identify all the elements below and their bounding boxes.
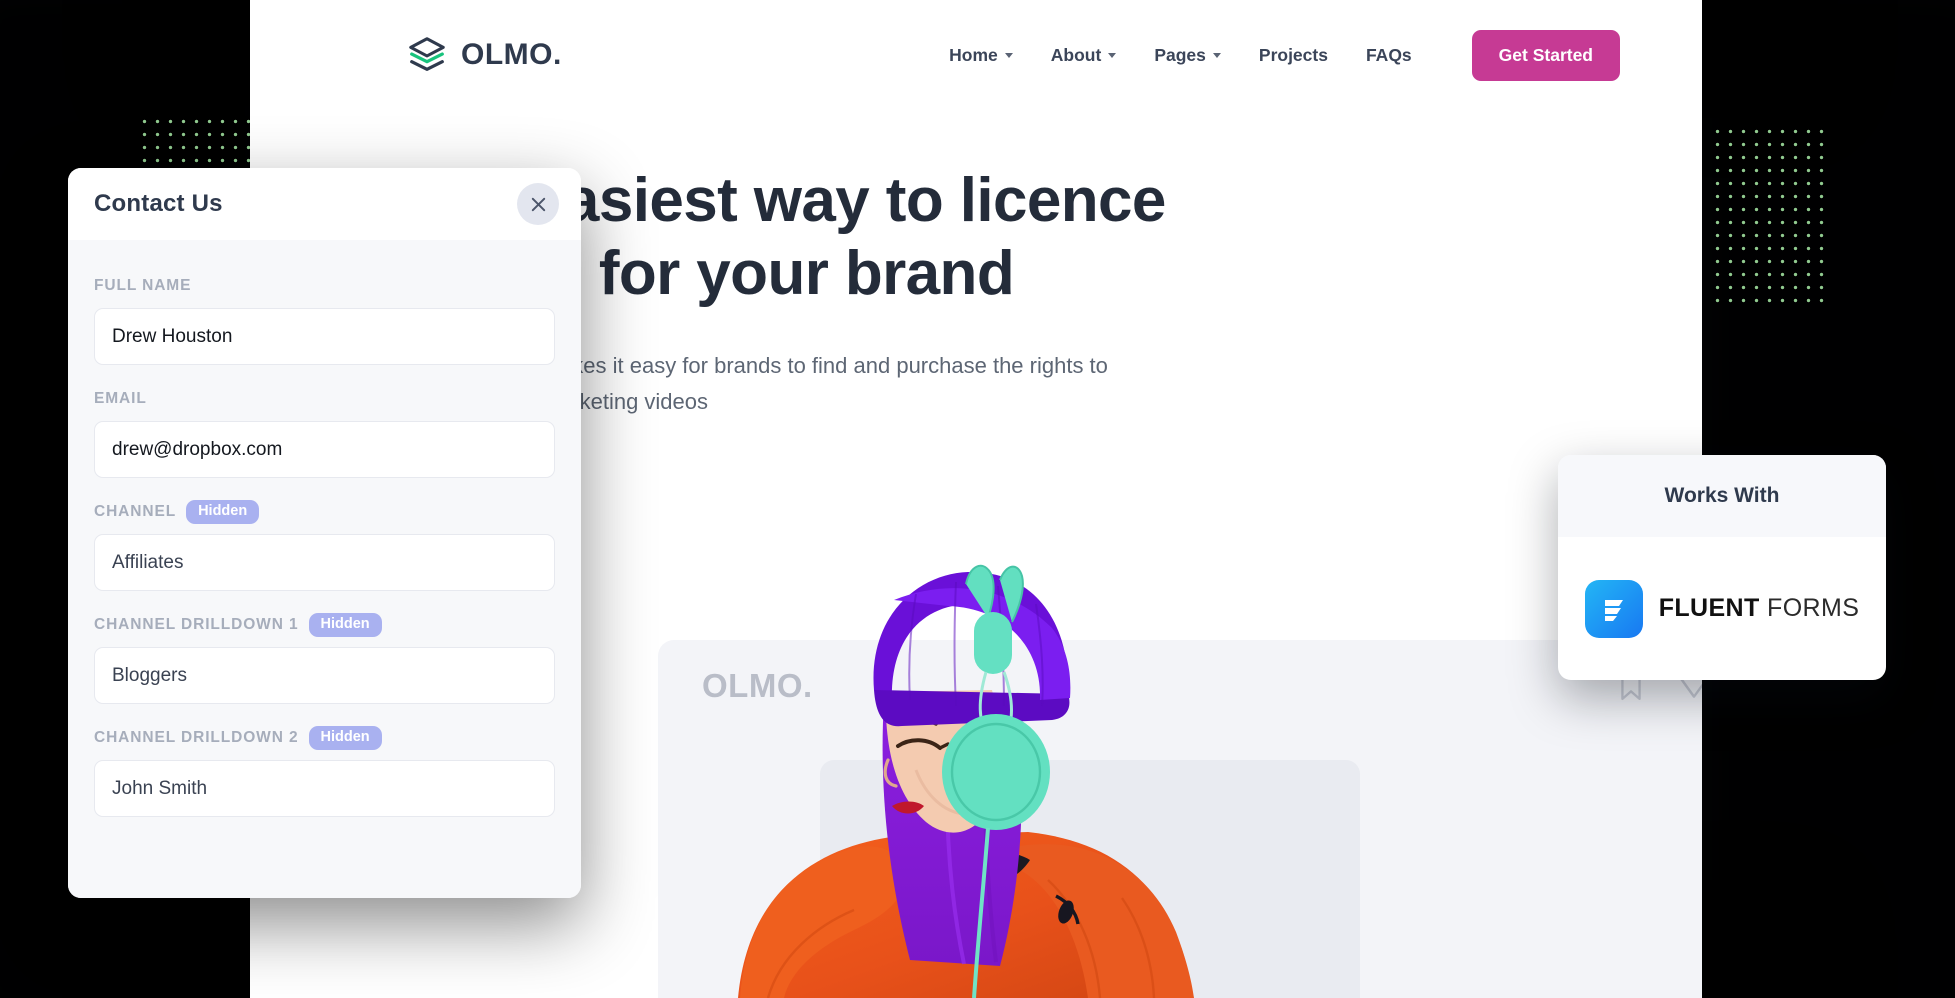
channel-input[interactable]: [94, 534, 555, 591]
fluent-forms-bold: FLUENT: [1658, 594, 1760, 622]
field-channel: CHANNEL Hidden: [94, 500, 555, 591]
fluent-forms-wordmark: FLUENT FORMS: [1659, 594, 1860, 623]
nav-item-about[interactable]: About: [1051, 45, 1117, 66]
site-header: OLMO. Home About Pages Projects FAQs Get…: [250, 0, 1702, 110]
nav-item-pages[interactable]: Pages: [1154, 45, 1221, 66]
nav-label-home: Home: [949, 44, 998, 65]
channel-drilldown-2-input[interactable]: [94, 760, 555, 817]
nav-label-faqs: FAQs: [1365, 44, 1412, 65]
field-full-name: FULL NAME: [94, 274, 555, 365]
hero-portrait-photo: [738, 564, 1194, 998]
field-label: CHANNEL DRILLDOWN 2: [94, 729, 299, 746]
works-with-body: FLUENT FORMS: [1558, 537, 1886, 680]
nav-item-faqs[interactable]: FAQs: [1366, 45, 1412, 66]
modal-header: Contact Us: [68, 168, 581, 240]
brand-logo[interactable]: OLMO.: [406, 34, 562, 76]
dot-pattern-left: [135, 112, 255, 168]
field-label: FULL NAME: [94, 277, 192, 294]
nav-item-home[interactable]: Home: [949, 45, 1013, 66]
layers-stack-icon: [409, 37, 445, 71]
field-channel-drilldown-1: CHANNEL DRILLDOWN 1 Hidden: [94, 613, 555, 704]
fluent-forms-icon: [1584, 579, 1643, 638]
status-badge-hidden: Hidden: [308, 726, 382, 750]
full-name-input[interactable]: [94, 308, 555, 365]
chevron-down-icon: [1108, 52, 1117, 58]
fluent-forms-light: FORMS: [1759, 594, 1860, 622]
modal-title: Contact Us: [94, 190, 223, 217]
chevron-down-icon: [1212, 52, 1221, 58]
field-label: CHANNEL DRILLDOWN 1: [94, 616, 299, 633]
works-with-card: Works With FLUENT FORMS: [1558, 455, 1886, 680]
field-label: CHANNEL: [94, 503, 177, 520]
close-icon: [531, 197, 545, 211]
main-nav: Home About Pages Projects FAQs Get Start…: [949, 29, 1620, 81]
field-label-row: CHANNEL DRILLDOWN 2 Hidden: [94, 726, 555, 750]
field-label: EMAIL: [94, 390, 147, 407]
get-started-button[interactable]: Get Started: [1471, 29, 1620, 81]
dot-pattern-right: [1708, 122, 1828, 307]
works-with-title: Works With: [1558, 455, 1886, 537]
field-channel-drilldown-2: CHANNEL DRILLDOWN 2 Hidden: [94, 726, 555, 817]
channel-drilldown-1-input[interactable]: [94, 647, 555, 704]
nav-item-projects[interactable]: Projects: [1259, 45, 1328, 66]
close-button[interactable]: [517, 183, 559, 225]
field-label-row: FULL NAME: [94, 274, 555, 298]
field-label-row: EMAIL: [94, 387, 555, 411]
field-label-row: CHANNEL DRILLDOWN 1 Hidden: [94, 613, 555, 637]
modal-body: FULL NAME EMAIL CHANNEL Hidden CHA: [68, 240, 581, 898]
nav-label-about: About: [1050, 44, 1102, 65]
field-email: EMAIL: [94, 387, 555, 478]
nav-label-projects: Projects: [1258, 44, 1328, 65]
status-badge-hidden: Hidden: [186, 500, 260, 524]
contact-us-modal: Contact Us FULL NAME EMAIL: [68, 168, 581, 898]
nav-label-pages: Pages: [1154, 44, 1206, 65]
status-badge-hidden: Hidden: [308, 613, 382, 637]
field-label-row: CHANNEL Hidden: [94, 500, 555, 524]
brand-name: OLMO.: [461, 38, 562, 71]
screenshot-root: OLMO. Home About Pages Projects FAQs Get…: [0, 0, 1955, 998]
chevron-down-icon: [1004, 52, 1013, 58]
email-input[interactable]: [94, 421, 555, 478]
